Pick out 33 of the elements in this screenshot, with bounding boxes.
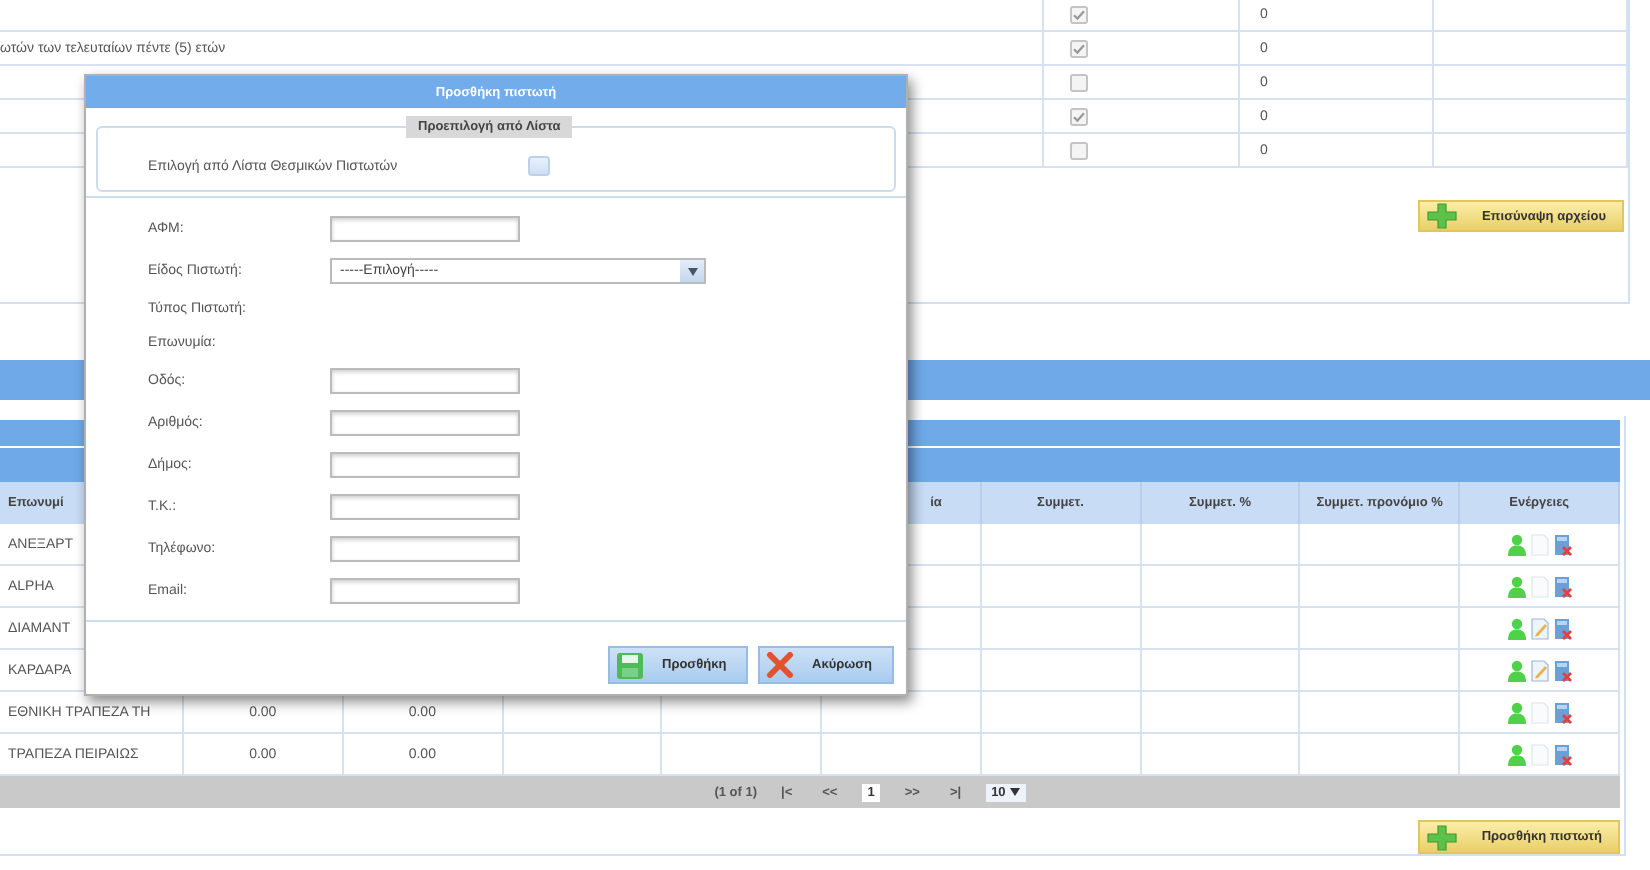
save-icon bbox=[616, 651, 644, 679]
plus-icon bbox=[1425, 823, 1458, 851]
checkbox[interactable] bbox=[1070, 141, 1088, 159]
caret-icon bbox=[687, 267, 697, 275]
delete-icon[interactable] bbox=[1553, 743, 1572, 765]
user-icon[interactable] bbox=[1507, 575, 1526, 597]
checkbox[interactable] bbox=[1070, 107, 1088, 125]
user-icon[interactable] bbox=[1507, 659, 1526, 681]
plus-icon bbox=[1425, 202, 1458, 230]
delete-icon[interactable] bbox=[1553, 533, 1572, 555]
input-field[interactable] bbox=[330, 494, 520, 520]
caret-icon bbox=[1009, 788, 1020, 796]
delete-icon[interactable] bbox=[1553, 659, 1572, 681]
close-icon bbox=[766, 652, 794, 678]
checkbox[interactable] bbox=[1070, 39, 1088, 57]
delete-icon[interactable] bbox=[1553, 575, 1572, 597]
input-field[interactable] bbox=[330, 216, 520, 242]
input-field[interactable] bbox=[330, 578, 520, 604]
checkbox[interactable] bbox=[1070, 73, 1088, 91]
checkbox[interactable] bbox=[528, 156, 550, 176]
user-icon[interactable] bbox=[1507, 533, 1526, 555]
edit-icon[interactable] bbox=[1529, 617, 1550, 639]
input-field[interactable] bbox=[330, 452, 520, 478]
edit-icon[interactable] bbox=[1529, 659, 1550, 681]
input-field[interactable] bbox=[330, 536, 520, 562]
user-icon[interactable] bbox=[1507, 743, 1526, 765]
input-field[interactable] bbox=[330, 410, 520, 436]
delete-icon[interactable] bbox=[1553, 617, 1572, 639]
checkbox[interactable] bbox=[1070, 6, 1088, 24]
input-field[interactable] bbox=[330, 368, 520, 394]
user-icon[interactable] bbox=[1507, 617, 1526, 639]
user-icon[interactable] bbox=[1507, 701, 1526, 723]
delete-icon[interactable] bbox=[1553, 701, 1572, 723]
